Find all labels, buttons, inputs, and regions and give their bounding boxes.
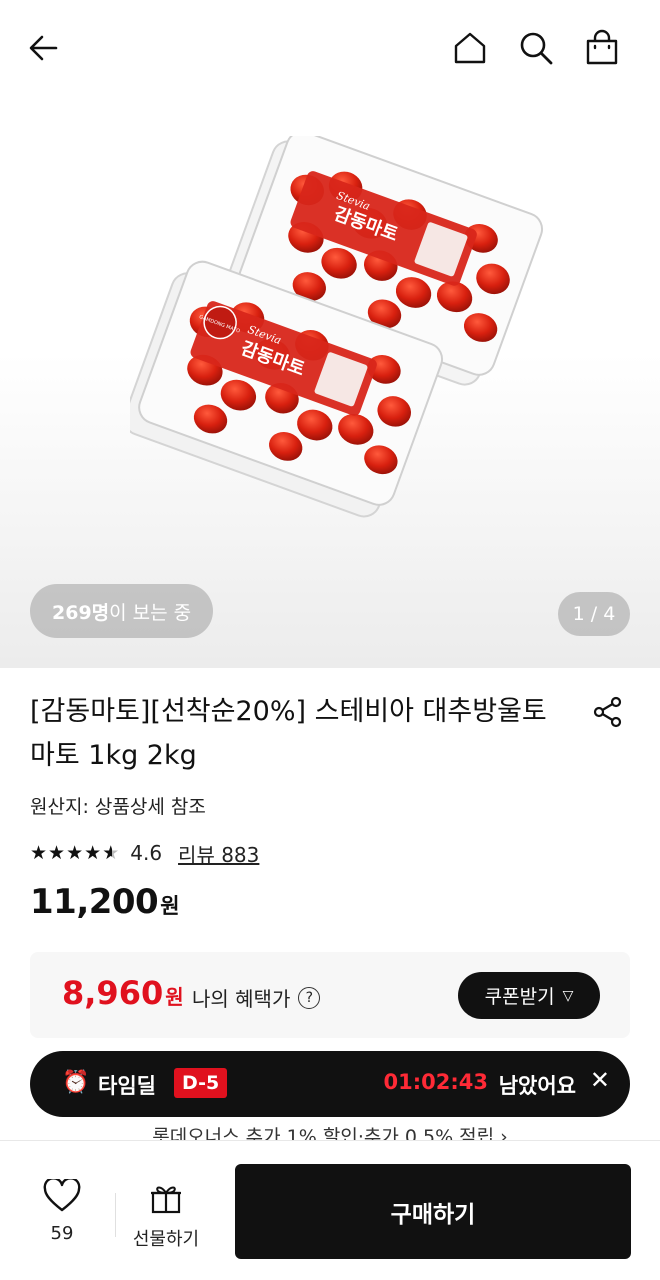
share-button[interactable] (588, 692, 628, 732)
search-icon (520, 32, 553, 65)
viewers-count: 269명 (52, 601, 110, 624)
dday-badge: D-5 (174, 1068, 228, 1098)
gift-button[interactable]: 선물하기 (124, 1181, 208, 1251)
timedeal-remaining-text: 남았어요 (498, 1074, 576, 1098)
close-icon[interactable]: ✕ (590, 1066, 610, 1094)
alarm-clock-icon: ⏰ (62, 1070, 90, 1095)
bottom-action-bar: 59 선물하기 구매하기 (0, 1140, 660, 1280)
timedeal-banner[interactable]: ⏰ 타임딜 D-5 01:02:43 남았어요 ✕ (30, 1051, 630, 1117)
search-button[interactable] (516, 28, 556, 68)
star-icon: ★ (84, 841, 102, 864)
like-count: 59 (50, 1223, 74, 1244)
image-counter: 1 / 4 (558, 592, 630, 636)
product-gallery[interactable]: 감동마토 Stevia 감동마토 Stevia GAMDONG MATO 269… (0, 96, 660, 668)
gift-label: 선물하기 (132, 1229, 200, 1250)
coupon-button[interactable]: 쿠폰받기 ▽ (458, 972, 600, 1019)
viewers-badge: 269명 이 보는 중 (30, 584, 214, 638)
original-price: 11,200 원 (30, 882, 180, 922)
like-button[interactable]: 59 (32, 1177, 92, 1244)
product-image: 감동마토 Stevia 감동마토 Stevia GAMDONG MATO (130, 136, 544, 518)
rating-row: ★ ★ ★ ★ ★ 4.6 리뷰 883 (30, 838, 259, 868)
price-value: 11,200 (30, 882, 159, 922)
half-star-icon: ★ (102, 841, 120, 864)
top-bar (0, 0, 660, 96)
rating-value: 4.6 (130, 841, 163, 865)
viewers-suffix: 이 보는 중 (109, 601, 192, 624)
star-icon: ★ (30, 841, 48, 864)
back-button[interactable] (24, 28, 64, 68)
price-unit: 원 (160, 894, 180, 918)
cart-button[interactable] (582, 28, 622, 68)
shopping-bag-icon (586, 29, 618, 65)
buy-button[interactable]: 구매하기 (235, 1164, 631, 1259)
home-button[interactable] (450, 28, 490, 68)
benefit-price-value: 8,960 (62, 974, 164, 1012)
chevron-down-icon: ▽ (562, 987, 574, 1004)
star-icon: ★ (48, 841, 66, 864)
countdown-timer: 01:02:43 (383, 1070, 488, 1094)
origin-text: 원산지: 상품상세 참조 (30, 796, 206, 818)
arrow-left-icon (29, 35, 58, 61)
help-icon[interactable]: ? (298, 986, 321, 1009)
benefit-price-unit: 원 (165, 985, 184, 1009)
gift-icon (151, 1186, 181, 1214)
star-icon: ★ (66, 841, 84, 864)
home-icon (454, 32, 486, 64)
heart-icon (43, 1177, 81, 1212)
divider (115, 1193, 116, 1237)
share-icon (593, 696, 622, 728)
benefit-label: 나의 혜택가 (192, 987, 291, 1011)
benefit-price-box: 8,960 원 나의 혜택가 ? 쿠폰받기 ▽ (30, 952, 630, 1038)
benefit-price: 8,960 원 (62, 974, 184, 1012)
timedeal-label: 타임딜 (98, 1074, 156, 1098)
coupon-button-label: 쿠폰받기 (484, 986, 555, 1008)
rating-stars: ★ ★ ★ ★ ★ (30, 841, 120, 864)
review-link[interactable]: 리뷰 883 (178, 839, 259, 868)
benefit-label-row: 나의 혜택가 ? (192, 983, 321, 1012)
product-title: [감동마토][선착순20%] 스테비아 대추방울토마토 1kg 2kg (30, 696, 547, 771)
